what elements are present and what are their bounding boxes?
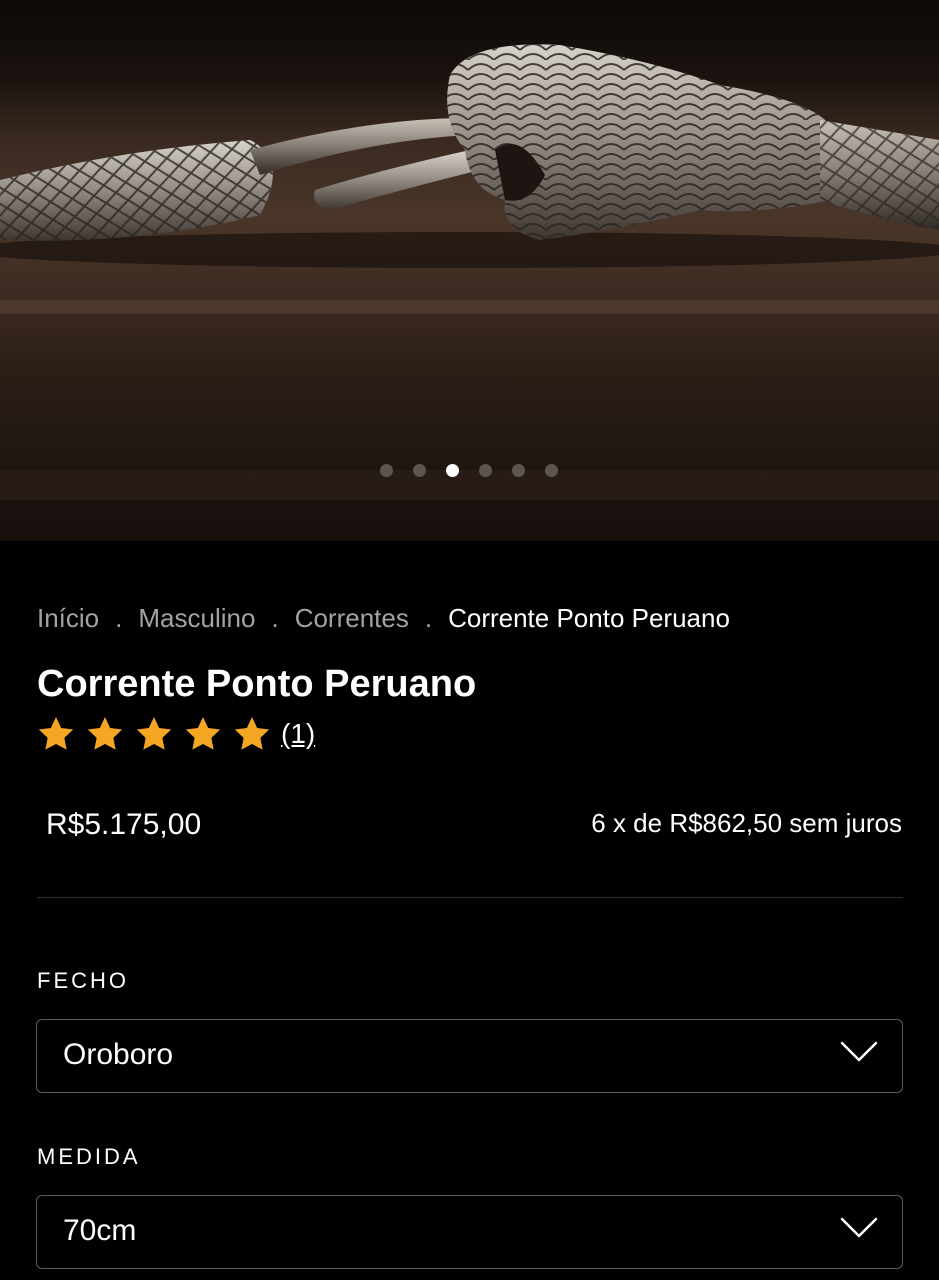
carousel-dots: [380, 464, 558, 477]
divider: [37, 897, 903, 898]
fecho-label: FECHO: [37, 968, 129, 993]
carousel-dot[interactable]: [479, 464, 492, 477]
medida-select[interactable]: 70cm: [36, 1195, 903, 1269]
carousel-dot[interactable]: [545, 464, 558, 477]
breadcrumb-separator: .: [115, 603, 123, 633]
star-icon: [38, 717, 74, 750]
medida-selected-value: 70cm: [63, 1214, 137, 1247]
breadcrumb-link-masculino[interactable]: Masculino: [138, 603, 255, 634]
installment-info: 6 x de R$862,50 sem juros: [591, 808, 902, 838]
product-price: R$5.175,00: [46, 808, 202, 841]
carousel-dot-active[interactable]: [446, 464, 459, 477]
medida-label: MEDIDA: [37, 1144, 141, 1169]
star-icon: [87, 717, 123, 750]
breadcrumb-separator: .: [424, 603, 433, 633]
carousel-dot[interactable]: [380, 464, 393, 477]
star-icon: [136, 717, 172, 750]
star-icon: [234, 717, 270, 750]
review-count-link[interactable]: (1): [281, 718, 315, 750]
fecho-select[interactable]: Oroboro: [36, 1019, 903, 1093]
product-rating[interactable]: (1): [36, 714, 315, 754]
breadcrumb-link-correntes[interactable]: Correntes: [295, 603, 409, 634]
breadcrumb-current: Corrente Ponto Peruano: [448, 603, 730, 633]
product-image-gallery[interactable]: [0, 0, 939, 541]
chevron-down-icon: [840, 1041, 878, 1062]
product-title: Corrente Ponto Peruano: [37, 663, 477, 705]
breadcrumb-link-inicio[interactable]: Início: [37, 603, 99, 634]
fecho-selected-value: Oroboro: [63, 1038, 174, 1071]
star-icon: [185, 717, 221, 750]
carousel-dot[interactable]: [512, 464, 525, 477]
breadcrumb: Início . Masculino . Correntes . Corrent…: [37, 603, 730, 634]
breadcrumb-separator: .: [271, 603, 279, 633]
carousel-dot[interactable]: [413, 464, 426, 477]
chevron-down-icon: [840, 1217, 878, 1238]
product-image: [0, 44, 939, 500]
